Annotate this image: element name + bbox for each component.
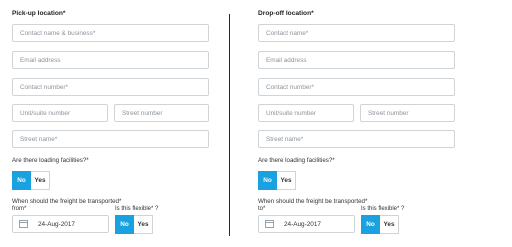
pickup-section: Pick-up location* Contact name & busines…: [0, 0, 240, 247]
calendar-icon: [19, 220, 28, 228]
dropoff-loading-yes-button[interactable]: Yes: [277, 171, 296, 190]
dropoff-date-value: 24-Aug-2017: [284, 220, 321, 228]
pickup-when-question: When should the freight be transported*: [12, 198, 122, 205]
pickup-email-input[interactable]: Email address: [12, 51, 209, 69]
pickup-flexible-no-button[interactable]: No: [115, 215, 134, 234]
dropoff-when-question: When should the freight be transported*: [258, 198, 368, 205]
dropoff-street-number-input[interactable]: Street number: [360, 104, 455, 122]
column-divider: [229, 14, 230, 236]
dropoff-date-label: to*: [258, 206, 266, 212]
dropoff-loading-toggle: No Yes: [258, 171, 296, 190]
dropoff-loading-question: Are there loading facilities?*: [258, 157, 335, 164]
pickup-street-name-input[interactable]: Street name*: [12, 130, 209, 148]
dropoff-flexible-toggle: No Yes: [361, 215, 399, 234]
dropoff-flexible-yes-button[interactable]: Yes: [380, 215, 399, 234]
pickup-flexible-toggle: No Yes: [115, 215, 153, 234]
pickup-unit-input[interactable]: Unit/suite number: [12, 104, 108, 122]
dropoff-unit-input[interactable]: Unit/suite number: [258, 104, 354, 122]
pickup-contact-number-input[interactable]: Contact number*: [12, 78, 209, 96]
pickup-flexible-label: Is this flexible* ?: [115, 206, 159, 212]
dropoff-flexible-no-button[interactable]: No: [361, 215, 380, 234]
dropoff-section: Drop-off location* Contact name* Email a…: [246, 0, 486, 247]
pickup-contact-name-input[interactable]: Contact name & business*: [12, 24, 209, 42]
pickup-loading-no-button[interactable]: No: [12, 171, 31, 190]
pickup-loading-question: Are there loading facilities?*: [12, 157, 89, 164]
dropoff-street-name-input[interactable]: Street name*: [258, 130, 455, 148]
dropoff-flexible-label: Is this flexible* ?: [361, 206, 405, 212]
pickup-loading-yes-button[interactable]: Yes: [31, 171, 50, 190]
dropoff-date-picker[interactable]: 24-Aug-2017: [258, 215, 355, 233]
dropoff-contact-number-input[interactable]: Contact number*: [258, 78, 455, 96]
dropoff-title: Drop-off location*: [258, 10, 314, 17]
dropoff-contact-name-input[interactable]: Contact name*: [258, 24, 455, 42]
pickup-flexible-yes-button[interactable]: Yes: [134, 215, 153, 234]
calendar-icon: [265, 220, 274, 228]
pickup-date-picker[interactable]: 24-Aug-2017: [12, 215, 109, 233]
pickup-street-number-input[interactable]: Street number: [114, 104, 209, 122]
dropoff-loading-no-button[interactable]: No: [258, 171, 277, 190]
pickup-title: Pick-up location*: [12, 10, 66, 17]
pickup-loading-toggle: No Yes: [12, 171, 50, 190]
pickup-date-label: from*: [12, 206, 27, 212]
dropoff-email-input[interactable]: Email address: [258, 51, 455, 69]
pickup-date-value: 24-Aug-2017: [38, 220, 75, 228]
